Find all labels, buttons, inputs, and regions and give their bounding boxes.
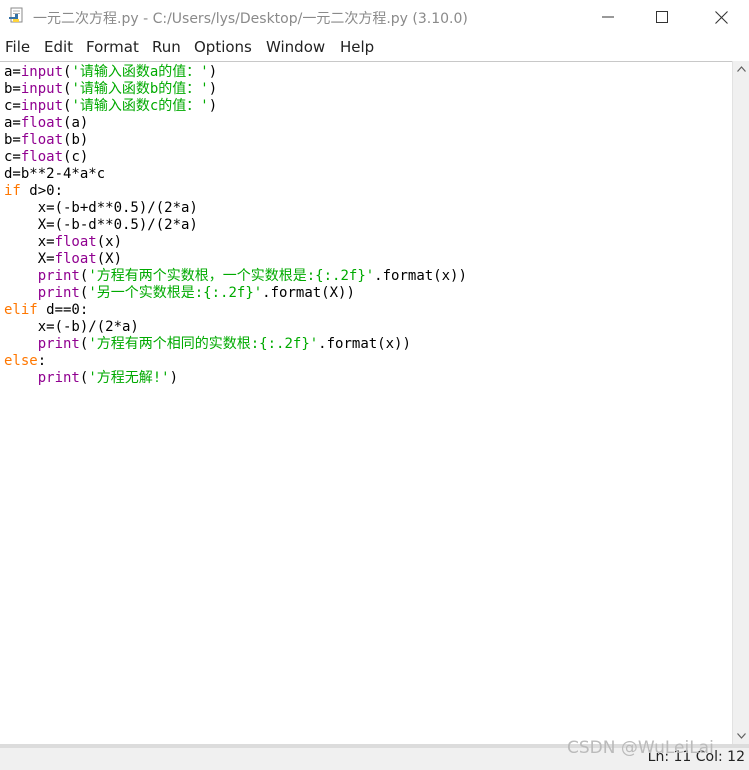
code-token: X=(-b-d**0.5)/(2*a) bbox=[4, 217, 198, 233]
code-token: ) bbox=[169, 370, 179, 386]
minimize-button[interactable] bbox=[580, 0, 636, 34]
code-token: .format(X)) bbox=[262, 285, 355, 301]
code-line[interactable]: x=(-b)/(2*a) bbox=[4, 319, 467, 336]
code-line[interactable]: b=input('请输入函数b的值：') bbox=[4, 81, 467, 98]
code-token: d==0: bbox=[37, 302, 89, 318]
window-title: 一元二次方程.py - C:/Users/lys/Desktop/一元二次方程.… bbox=[33, 11, 468, 27]
menu-format[interactable]: Format bbox=[86, 38, 139, 56]
code-token: (x) bbox=[96, 234, 123, 250]
code-token: input bbox=[20, 98, 64, 114]
menu-bar: File Edit Format Run Options Window Help bbox=[0, 36, 749, 60]
code-line[interactable]: if d>0: bbox=[4, 183, 467, 200]
code-line[interactable]: X=float(X) bbox=[4, 251, 467, 268]
code-token: d=b**2-4*a*c bbox=[4, 166, 106, 182]
menu-window[interactable]: Window bbox=[266, 38, 325, 56]
scroll-down-arrow-icon[interactable] bbox=[737, 733, 746, 739]
code-token: '另一个实数根是:{:.2f}' bbox=[88, 285, 263, 301]
code-line[interactable]: print('方程无解!') bbox=[4, 370, 467, 387]
scroll-up-arrow-icon[interactable] bbox=[737, 66, 746, 72]
code-token: float bbox=[20, 132, 64, 148]
watermark: CSDN @WuLeiLai bbox=[567, 738, 714, 758]
code-token: float bbox=[54, 251, 97, 267]
code-token: (a) bbox=[63, 115, 89, 131]
code-token: x=(-b+d**0.5)/(2*a) bbox=[4, 200, 198, 216]
close-icon bbox=[714, 10, 728, 24]
code-line[interactable]: X=(-b-d**0.5)/(2*a) bbox=[4, 217, 467, 234]
code-token: ) bbox=[208, 64, 218, 80]
code-token: if bbox=[4, 183, 21, 199]
code-token: '请输入函数a的值：' bbox=[71, 64, 209, 80]
code-token: ) bbox=[208, 98, 218, 114]
code-line[interactable]: print('方程有两个相同的实数根:{:.2f}'.format(x)) bbox=[4, 336, 467, 353]
code-token: float bbox=[20, 115, 64, 131]
code-token: d>0: bbox=[20, 183, 64, 199]
code-token: ) bbox=[208, 81, 218, 97]
menu-run[interactable]: Run bbox=[152, 38, 181, 56]
code-token: .format(x)) bbox=[374, 268, 467, 284]
code-token: x=(-b)/(2*a) bbox=[4, 319, 139, 335]
code-token: '方程有两个相同的实数根:{:.2f}' bbox=[88, 336, 319, 352]
code-token: float bbox=[20, 149, 64, 165]
maximize-icon bbox=[656, 11, 668, 23]
code-token: b= bbox=[4, 132, 21, 148]
code-line[interactable]: print('方程有两个实数根，一个实数根是:{:.2f}'.format(x)… bbox=[4, 268, 467, 285]
code-token: x= bbox=[4, 234, 55, 250]
menu-edit[interactable]: Edit bbox=[44, 38, 73, 56]
menu-options[interactable]: Options bbox=[194, 38, 252, 56]
code-editor[interactable]: a=input('请输入函数a的值：') b=input('请输入函数b的值：')… bbox=[0, 61, 732, 745]
code-text[interactable]: a=input('请输入函数a的值：') b=input('请输入函数b的值：')… bbox=[4, 64, 467, 387]
code-token: elif bbox=[4, 302, 38, 318]
code-token: '方程有两个实数根，一个实数根是:{:.2f}' bbox=[88, 268, 375, 284]
code-token: (X) bbox=[96, 251, 123, 267]
code-line[interactable]: b=float(b) bbox=[4, 132, 467, 149]
code-token: b= bbox=[4, 81, 21, 97]
code-token: print bbox=[37, 336, 80, 352]
menu-file[interactable]: File bbox=[5, 38, 30, 56]
code-line[interactable]: c=input('请输入函数c的值：') bbox=[4, 98, 467, 115]
title-bar: 一元二次方程.py - C:/Users/lys/Desktop/一元二次方程.… bbox=[0, 0, 749, 34]
code-token: input bbox=[20, 64, 64, 80]
code-token: float bbox=[54, 234, 97, 250]
code-line[interactable]: print('另一个实数根是:{:.2f}'.format(X)) bbox=[4, 285, 467, 302]
code-token: .format(x)) bbox=[318, 336, 411, 352]
menu-help[interactable]: Help bbox=[340, 38, 374, 56]
code-token: print bbox=[37, 285, 80, 301]
code-token: '方程无解!' bbox=[88, 370, 170, 386]
code-token: print bbox=[37, 268, 80, 284]
code-line[interactable]: d=b**2-4*a*c bbox=[4, 166, 467, 183]
code-token: : bbox=[37, 353, 47, 369]
code-line[interactable]: a=input('请输入函数a的值：') bbox=[4, 64, 467, 81]
code-token: c= bbox=[4, 149, 21, 165]
python-idle-icon bbox=[9, 7, 23, 23]
code-line[interactable]: a=float(a) bbox=[4, 115, 467, 132]
minimize-icon bbox=[602, 16, 614, 18]
code-token: (b) bbox=[63, 132, 89, 148]
code-line[interactable]: x=(-b+d**0.5)/(2*a) bbox=[4, 200, 467, 217]
code-line[interactable]: x=float(x) bbox=[4, 234, 467, 251]
code-line[interactable]: elif d==0: bbox=[4, 302, 467, 319]
maximize-button[interactable] bbox=[634, 0, 690, 34]
code-token: c= bbox=[4, 98, 21, 114]
code-token: input bbox=[20, 81, 64, 97]
code-token: print bbox=[37, 370, 80, 386]
code-line[interactable]: c=float(c) bbox=[4, 149, 467, 166]
code-token: X= bbox=[4, 251, 55, 267]
code-token: a= bbox=[4, 64, 21, 80]
code-token: '请输入函数c的值：' bbox=[71, 98, 209, 114]
code-token: '请输入函数b的值：' bbox=[71, 81, 209, 97]
code-token: else bbox=[4, 353, 38, 369]
vertical-scrollbar[interactable] bbox=[732, 61, 749, 744]
code-token: a= bbox=[4, 115, 21, 131]
code-token: (c) bbox=[63, 149, 89, 165]
code-line[interactable]: else: bbox=[4, 353, 467, 370]
close-button[interactable] bbox=[693, 0, 749, 34]
